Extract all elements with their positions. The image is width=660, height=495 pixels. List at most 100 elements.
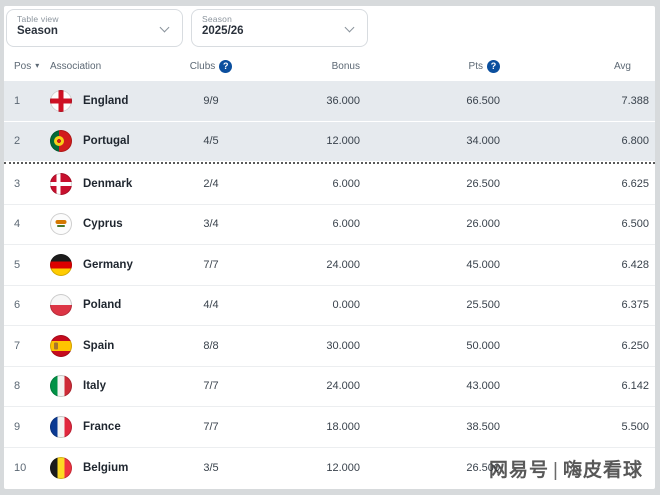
clubs-cell: 7/7 xyxy=(180,421,242,433)
bonus-cell: 36.000 xyxy=(242,95,360,107)
watermark-separator: | xyxy=(553,460,559,481)
bonus-cell: 18.000 xyxy=(242,421,360,433)
column-header-clubs[interactable]: Clubs ? xyxy=(180,60,242,73)
pts-cell: 26.500 xyxy=(360,178,500,190)
country-flag-icon xyxy=(50,457,72,479)
association-name: England xyxy=(83,95,128,107)
country-flag-icon xyxy=(50,213,72,235)
association-name: Italy xyxy=(83,380,106,392)
clubs-cell: 7/7 xyxy=(180,259,242,271)
pos-cell: 2 xyxy=(14,135,50,147)
country-flag-icon xyxy=(50,173,72,195)
table-view-label: Table view xyxy=(17,14,172,24)
table-row[interactable]: 1 England 9/9 36.000 66.500 7.388 xyxy=(4,81,655,122)
pts-cell: 26.500 xyxy=(360,462,500,474)
pts-cell: 25.500 xyxy=(360,299,500,311)
country-flag-icon xyxy=(50,335,72,357)
pos-cell: 9 xyxy=(14,421,50,433)
bonus-cell: 6.000 xyxy=(242,178,360,190)
column-header-association-label: Association xyxy=(50,61,101,72)
watermark: 网易号|嗨皮看球 xyxy=(489,455,643,482)
table-row[interactable]: 7 Spain 8/8 30.000 50.000 6.250 xyxy=(4,326,655,367)
table-row[interactable]: 5 Germany 7/7 24.000 45.000 6.428 xyxy=(4,245,655,286)
pts-cell: 34.000 xyxy=(360,135,500,147)
pos-cell: 7 xyxy=(14,340,50,352)
pos-cell: 1 xyxy=(14,95,50,107)
pos-cell: 8 xyxy=(14,380,50,392)
watermark-part1: 网易号 xyxy=(489,460,549,481)
pts-cell: 38.500 xyxy=(360,421,500,433)
pts-cell: 26.000 xyxy=(360,218,500,230)
sort-descending-icon: ▾ xyxy=(35,62,39,70)
clubs-cell: 8/8 xyxy=(180,340,242,352)
table-row[interactable]: 6 Poland 4/4 0.000 25.500 6.375 xyxy=(4,286,655,327)
clubs-cell: 4/4 xyxy=(180,299,242,311)
table-view-value: Season xyxy=(17,24,172,38)
association-name: Cyprus xyxy=(83,218,123,230)
clubs-cell: 3/5 xyxy=(180,462,242,474)
country-flag-icon xyxy=(50,375,72,397)
column-header-avg-label: Avg xyxy=(614,61,631,72)
column-header-bonus-label: Bonus xyxy=(332,61,360,72)
table-row[interactable]: 3 Denmark 2/4 6.000 26.500 6.625 xyxy=(4,164,655,205)
help-icon[interactable]: ? xyxy=(487,60,500,73)
table-row[interactable]: 4 Cyprus 3/4 6.000 26.000 6.500 xyxy=(4,205,655,246)
column-header-pos[interactable]: Pos ▾ xyxy=(14,61,50,72)
pos-cell: 3 xyxy=(14,178,50,190)
pos-cell: 5 xyxy=(14,259,50,271)
clubs-cell: 7/7 xyxy=(180,380,242,392)
clubs-cell: 4/5 xyxy=(180,135,242,147)
association-name: Belgium xyxy=(83,462,128,474)
help-icon[interactable]: ? xyxy=(219,60,232,73)
column-header-avg[interactable]: Avg xyxy=(500,61,649,72)
table-row[interactable]: 2 Portugal 4/5 12.000 34.000 6.800 xyxy=(4,122,655,163)
country-flag-icon xyxy=(50,294,72,316)
season-value: 2025/26 xyxy=(202,24,357,38)
table-row[interactable]: 8 Italy 7/7 24.000 43.000 6.142 xyxy=(4,367,655,408)
clubs-cell: 2/4 xyxy=(180,178,242,190)
column-header-pts-label: Pts xyxy=(469,61,483,72)
avg-cell: 6.428 xyxy=(500,259,649,271)
country-flag-icon xyxy=(50,416,72,438)
association-name: Portugal xyxy=(83,135,130,147)
association-cell: England xyxy=(50,90,180,112)
country-flag-icon xyxy=(50,130,72,152)
column-header-clubs-label: Clubs xyxy=(190,61,216,72)
column-header-bonus[interactable]: Bonus xyxy=(242,61,360,72)
filter-bar: Table view Season Season 2025/26 xyxy=(4,6,655,47)
bonus-cell: 24.000 xyxy=(242,380,360,392)
pos-cell: 4 xyxy=(14,218,50,230)
table-header: Pos ▾ Association Clubs ? Bonus Pts ? Av… xyxy=(4,51,655,81)
association-cell: France xyxy=(50,416,180,438)
association-name: Spain xyxy=(83,340,114,352)
association-cell: Cyprus xyxy=(50,213,180,235)
association-cell: Belgium xyxy=(50,457,180,479)
avg-cell: 7.388 xyxy=(500,95,649,107)
country-flag-icon xyxy=(50,254,72,276)
avg-cell: 6.625 xyxy=(500,178,649,190)
avg-cell: 6.500 xyxy=(500,218,649,230)
bonus-cell: 24.000 xyxy=(242,259,360,271)
table-view-select[interactable]: Table view Season xyxy=(6,9,183,47)
column-header-pts[interactable]: Pts ? xyxy=(360,60,500,73)
avg-cell: 6.800 xyxy=(500,135,649,147)
season-label: Season xyxy=(202,14,357,24)
pts-cell: 45.000 xyxy=(360,259,500,271)
rankings-card: Table view Season Season 2025/26 Pos ▾ A… xyxy=(4,6,655,489)
pos-cell: 6 xyxy=(14,299,50,311)
pos-cell: 10 xyxy=(14,462,50,474)
clubs-cell: 9/9 xyxy=(180,95,242,107)
association-cell: Denmark xyxy=(50,173,180,195)
season-select[interactable]: Season 2025/26 xyxy=(191,9,368,47)
table-row[interactable]: 9 France 7/7 18.000 38.500 5.500 xyxy=(4,407,655,448)
association-name: Denmark xyxy=(83,178,132,190)
clubs-cell: 3/4 xyxy=(180,218,242,230)
column-header-association[interactable]: Association xyxy=(50,61,180,72)
bonus-cell: 12.000 xyxy=(242,135,360,147)
avg-cell: 6.250 xyxy=(500,340,649,352)
pts-cell: 43.000 xyxy=(360,380,500,392)
avg-cell: 6.375 xyxy=(500,299,649,311)
bonus-cell: 0.000 xyxy=(242,299,360,311)
bonus-cell: 6.000 xyxy=(242,218,360,230)
association-cell: Germany xyxy=(50,254,180,276)
